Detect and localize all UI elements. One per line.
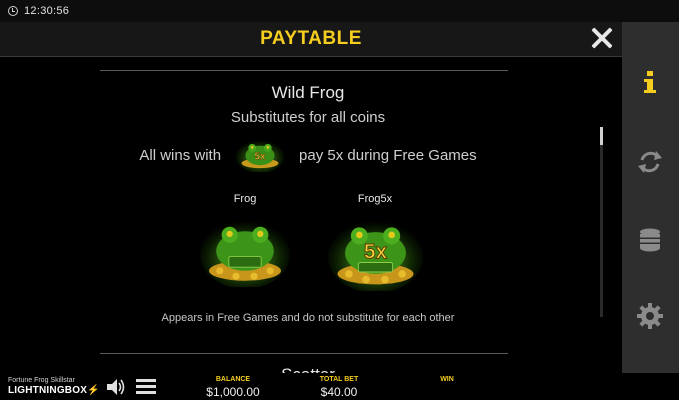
win-label: WIN <box>440 376 454 383</box>
scrollbar-track[interactable] <box>600 145 603 317</box>
close-button[interactable] <box>590 26 614 50</box>
total-bet-label: TOTAL BET <box>319 376 359 383</box>
svg-text:5x: 5x <box>364 241 388 264</box>
info-icon[interactable] <box>636 68 664 96</box>
section-title: Wild Frog <box>271 83 345 102</box>
bottom-bar: Fortune Frog Skillstar LIGHTNINGBOX⚡ BAL… <box>0 373 679 400</box>
brand-logo: LIGHTNINGBOX⚡ <box>8 385 100 396</box>
balance-value: $1,000.00 <box>206 385 260 399</box>
paytable-header: PAYTABLE <box>0 22 622 57</box>
bolt-icon: ⚡ <box>87 385 100 396</box>
paytable-content[interactable]: Wild Frog Substitutes for all coins All … <box>0 57 622 373</box>
scrollbar-thumb[interactable] <box>600 127 603 145</box>
section-note: Appears in Free Games and do not substit… <box>161 312 455 324</box>
next-section-title: Scatter <box>100 365 516 373</box>
sidebar <box>622 22 679 373</box>
speaker-icon[interactable] <box>106 378 126 396</box>
wins-suffix: pay 5x during Free Games <box>299 146 477 164</box>
clock-time: 12:30:56 <box>24 5 70 17</box>
total-bet-value: $40.00 <box>320 385 358 399</box>
symbol-label-frog: Frog <box>233 193 257 205</box>
game-name: Fortune Frog Skillstar <box>8 377 75 384</box>
gear-icon[interactable] <box>636 302 664 330</box>
menu-icon[interactable] <box>136 379 156 395</box>
refresh-icon[interactable] <box>636 148 664 176</box>
frog5x-small-icon: 5x <box>235 139 285 172</box>
wins-row: All wins with 5x pay 5x during Free Game… <box>100 137 516 173</box>
frog5x-symbol-icon: 5x <box>328 220 423 291</box>
divider-bottom <box>100 353 508 354</box>
section-subtitle: Substitutes for all coins <box>230 109 386 126</box>
clock-icon <box>8 6 18 16</box>
coins-icon[interactable] <box>636 226 664 254</box>
frog-symbol-icon <box>200 220 290 287</box>
svg-text:5x: 5x <box>255 151 266 162</box>
status-bar: 12:30:56 <box>0 0 679 22</box>
page-title: PAYTABLE <box>260 28 362 49</box>
wins-prefix: All wins with <box>139 146 222 164</box>
balance-label: BALANCE <box>215 376 251 383</box>
symbol-label-frog5x: Frog5x <box>357 193 393 205</box>
divider-top <box>100 70 508 71</box>
